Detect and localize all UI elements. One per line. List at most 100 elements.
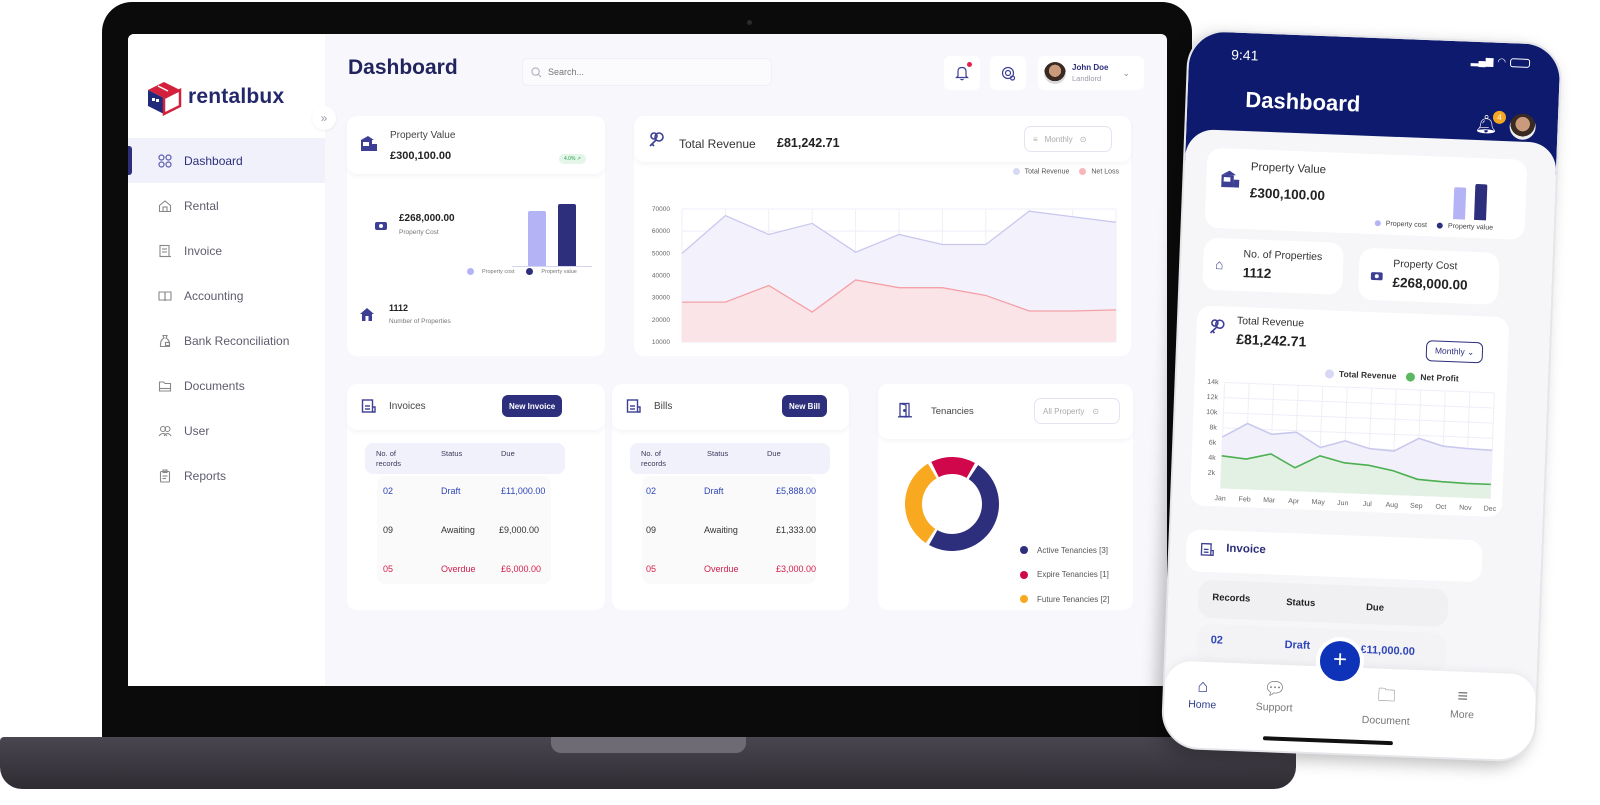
table-row[interactable]: 02 Draft £5,888.00 xyxy=(642,486,816,500)
sidebar-nav: Dashboard Rental Invoice Accounting Bank… xyxy=(128,138,325,498)
book-icon xyxy=(158,289,172,303)
period-filter-value: Monthly xyxy=(1044,134,1073,144)
bar-property-value xyxy=(1474,183,1488,221)
total-revenue-card: Total Revenue £81,242.71 ≡ Monthly ⊙ Tot… xyxy=(634,116,1131,356)
property-filter-dropdown[interactable]: All Property ⊙ xyxy=(1034,398,1120,424)
nav-more[interactable]: ≡ More xyxy=(1432,685,1493,722)
signal-icon: ▂▄▆ xyxy=(1470,55,1494,68)
table-row[interactable]: 05 Overdue £6,000.00 xyxy=(377,564,551,578)
y-tick-label: 30000 xyxy=(652,295,670,302)
phone-property-legend: Property cost Property value xyxy=(1374,220,1493,232)
nav-home[interactable]: ⌂ Home xyxy=(1172,675,1233,712)
sidebar-item-invoice[interactable]: Invoice xyxy=(128,228,325,273)
legend-expire-tenancies: Expire Tenancies [1] xyxy=(1020,563,1109,588)
phone-period-dropdown[interactable]: Monthly ⌄ xyxy=(1425,340,1484,364)
x-tick-label: Jun xyxy=(1337,500,1349,507)
collapse-sidebar-button[interactable]: » xyxy=(312,106,336,130)
table-row[interactable]: 05 Overdue £3,000.00 xyxy=(642,564,816,578)
x-tick-label: Aug xyxy=(1385,502,1398,509)
logo[interactable]: rentalbux xyxy=(146,78,284,116)
sidebar-item-label: Dashboard xyxy=(184,153,243,168)
sidebar-item-label: Accounting xyxy=(184,288,244,303)
y-tick-label: 10k xyxy=(1206,409,1218,416)
bill-icon xyxy=(626,399,641,413)
total-revenue-amount: £81,242.71 xyxy=(777,136,840,150)
total-revenue-header: Total Revenue £81,242.71 ≡ Monthly ⊙ xyxy=(634,116,1131,162)
invoice-icon xyxy=(1200,542,1214,556)
phone-invoice-table-header: Records Status Due xyxy=(1197,579,1449,628)
search-input[interactable] xyxy=(548,67,748,77)
property-cost-amount: £268,000.00 xyxy=(399,213,455,224)
search-box[interactable] xyxy=(522,58,772,86)
grid-line xyxy=(1223,412,1494,424)
chevron-circle-icon: ⊙ xyxy=(1079,134,1087,144)
donut-slice-expire-tenancies xyxy=(931,457,975,478)
y-tick-label: 50000 xyxy=(652,250,670,257)
phone-property-cost-label: Property Cost xyxy=(1393,257,1458,273)
sidebar-item-reports[interactable]: Reports xyxy=(128,453,325,498)
cash-icon xyxy=(1370,272,1383,281)
y-tick-label: 4k xyxy=(1208,455,1216,462)
building-icon xyxy=(361,136,377,151)
nav-document[interactable]: 🗀 Document xyxy=(1356,682,1418,728)
sidebar-item-label: Rental xyxy=(184,198,219,213)
legend-active-tenancies: Active Tenancies [3] xyxy=(1020,538,1109,563)
status-icons: ▂▄▆ ◠ xyxy=(1471,56,1531,69)
invoices-table-body: 02 Draft £11,000.00 09 Awaiting £9,000.00 05… xyxy=(377,476,551,584)
house-icon xyxy=(158,199,172,213)
folder-icon xyxy=(158,379,172,393)
folder-icon: 🗀 xyxy=(1377,684,1397,706)
sidebar-item-bank-reconciliation[interactable]: Bank Reconciliation xyxy=(128,318,325,363)
new-bill-button[interactable]: New Bill xyxy=(782,395,828,417)
column-header: Due xyxy=(1365,602,1385,614)
sidebar-item-dashboard[interactable]: Dashboard xyxy=(128,138,325,183)
sidebar-item-documents[interactable]: Documents xyxy=(128,363,325,408)
notifications-button[interactable] xyxy=(944,56,980,90)
sidebar-item-user[interactable]: User xyxy=(128,408,325,453)
phone-property-cost-value: £268,000.00 xyxy=(1392,274,1468,293)
support-button[interactable] xyxy=(990,56,1026,90)
bills-header: Bills New Bill xyxy=(612,384,849,430)
notification-dot xyxy=(967,62,972,67)
sidebar-item-accounting[interactable]: Accounting xyxy=(128,273,325,318)
revenue-area-chart: 10000200003000040000500006000070000JanFe… xyxy=(652,206,1117,346)
sidebar-item-rental[interactable]: Rental xyxy=(128,183,325,228)
table-row[interactable]: 02 Draft £11,000.00 xyxy=(377,486,551,500)
user-menu[interactable]: John Doe Landlord ⌄ xyxy=(1038,56,1144,90)
home-icon: ⌂ xyxy=(1214,256,1224,273)
column-header: Due xyxy=(501,449,515,458)
period-filter-dropdown[interactable]: ≡ Monthly ⊙ xyxy=(1024,126,1112,152)
sidebar-item-label: Reports xyxy=(184,468,227,483)
bar-property-cost xyxy=(1453,186,1467,220)
legend-property-value: Property value xyxy=(526,268,577,275)
y-tick-label: 2k xyxy=(1208,470,1216,477)
bills-title: Bills xyxy=(654,401,673,412)
search-icon xyxy=(531,66,542,77)
y-tick-label: 14k xyxy=(1207,379,1219,386)
nav-support[interactable]: 💬︎ Support xyxy=(1244,677,1305,714)
users-icon xyxy=(158,424,172,438)
menu-icon: ≡ xyxy=(1457,685,1469,707)
bills-card: Bills New Bill No. of records Status Due… xyxy=(612,384,849,610)
x-tick-label: Mar xyxy=(1263,497,1276,504)
page-title: Dashboard xyxy=(348,56,458,79)
column-header: Records xyxy=(1212,592,1251,605)
new-invoice-button[interactable]: New Invoice xyxy=(502,395,563,417)
desktop-screen: rentalbux Dashboard Rental Invoice Accou… xyxy=(128,34,1167,686)
tenancies-legend: Active Tenancies [3] Expire Tenancies [1… xyxy=(1020,538,1109,612)
tenancies-donut-chart xyxy=(905,457,999,551)
legend-property-cost: Property cost xyxy=(1374,220,1427,229)
invoices-card: Invoices New Invoice No. of records Stat… xyxy=(347,384,605,610)
legend-total-revenue: Total Revenue xyxy=(1012,168,1069,175)
x-tick-label: Jul xyxy=(1363,501,1373,508)
bar-property-cost xyxy=(528,210,546,266)
avatar[interactable] xyxy=(1509,113,1537,141)
brand-name: rentalbux xyxy=(188,85,285,108)
phone-page-title: Dashboard xyxy=(1244,87,1361,117)
table-row[interactable]: 09 Awaiting £9,000.00 xyxy=(377,525,551,539)
phone-invoice-header: Invoice xyxy=(1185,529,1483,583)
table-row[interactable]: 09 Awaiting £1,333.00 xyxy=(642,525,816,539)
x-tick-label: Apr xyxy=(1288,498,1300,505)
grid-icon xyxy=(158,153,172,168)
tenancies-header: Tenancies All Property ⊙ xyxy=(878,384,1133,439)
